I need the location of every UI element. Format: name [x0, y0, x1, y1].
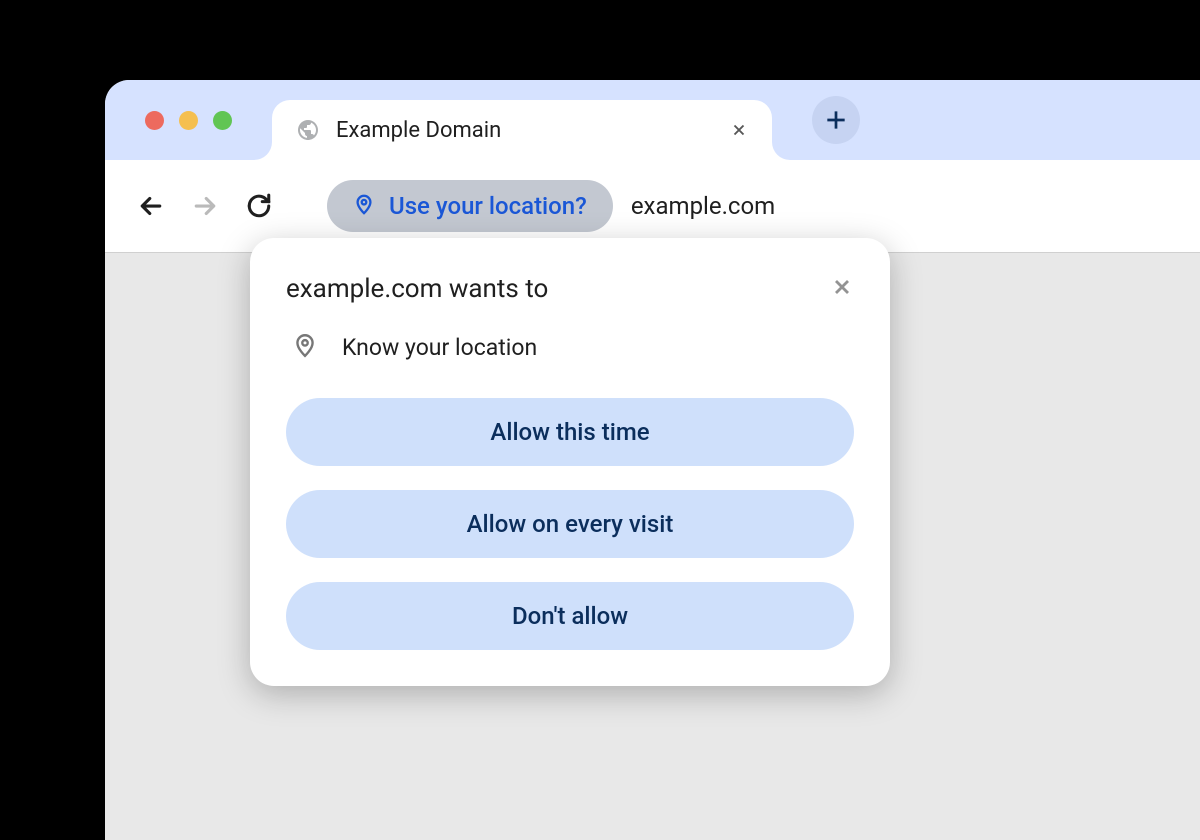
reload-button[interactable] [243, 190, 275, 222]
globe-icon [296, 118, 320, 142]
permission-popup: example.com wants to Know your location … [250, 238, 890, 686]
back-button[interactable] [135, 190, 167, 222]
location-pin-icon [353, 193, 375, 219]
address-bar[interactable]: Use your location? example.com [327, 180, 775, 232]
close-tab-button[interactable] [730, 121, 748, 139]
new-tab-button[interactable] [812, 96, 860, 144]
close-window-button[interactable] [145, 111, 164, 130]
tab-bar: Example Domain [105, 80, 1200, 160]
chip-label: Use your location? [389, 192, 587, 220]
allow-every-visit-button[interactable]: Allow on every visit [286, 490, 854, 558]
popup-title: example.com wants to [286, 274, 548, 304]
tab-title: Example Domain [336, 118, 730, 143]
dont-allow-button[interactable]: Don't allow [286, 582, 854, 650]
maximize-window-button[interactable] [213, 111, 232, 130]
browser-tab[interactable]: Example Domain [272, 100, 772, 160]
minimize-window-button[interactable] [179, 111, 198, 130]
location-permission-chip[interactable]: Use your location? [327, 180, 613, 232]
url-text: example.com [631, 192, 775, 220]
close-popup-button[interactable] [830, 275, 854, 303]
location-pin-icon [292, 332, 318, 362]
allow-this-time-button[interactable]: Allow this time [286, 398, 854, 466]
forward-button[interactable] [189, 190, 221, 222]
window-controls [145, 111, 232, 130]
permission-label: Know your location [342, 334, 537, 361]
